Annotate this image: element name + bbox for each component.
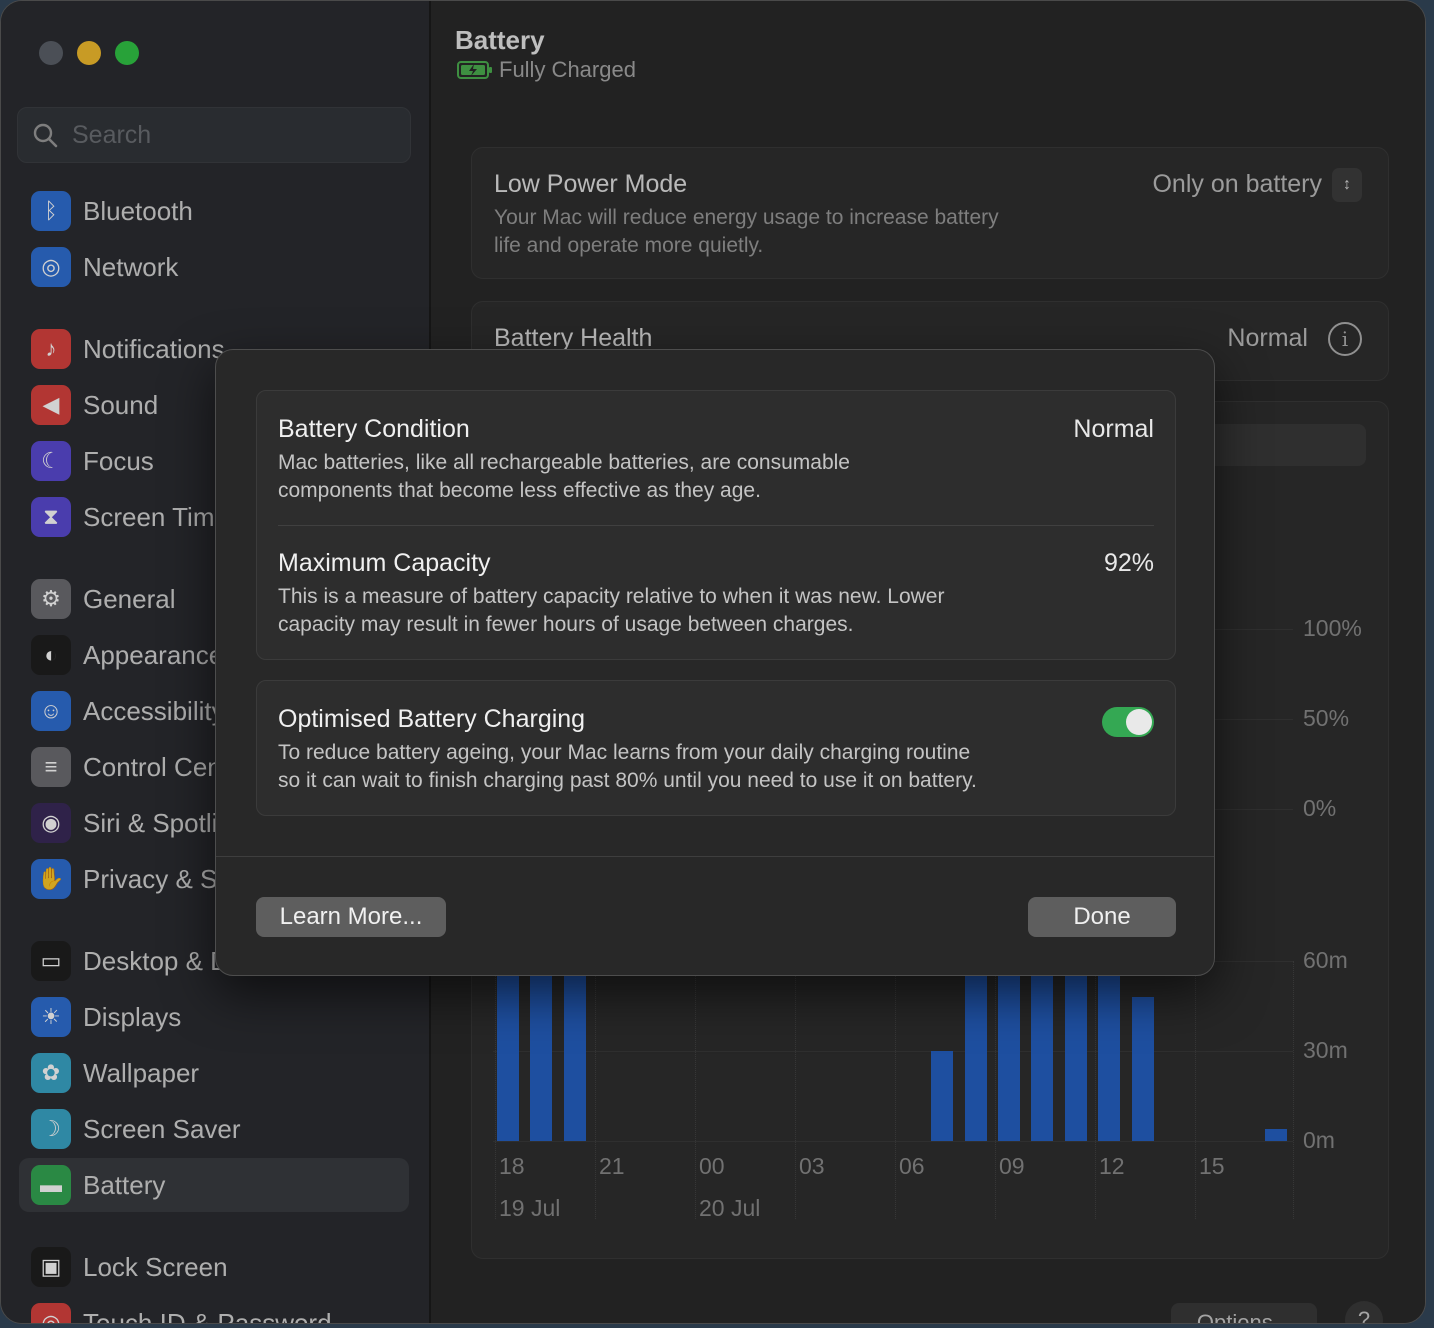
optimised-desc: To reduce battery ageing, your Mac learn…	[278, 741, 977, 792]
divider	[278, 525, 1154, 526]
capacity-desc: This is a measure of battery capacity re…	[278, 585, 945, 636]
condition-desc: Mac batteries, like all rechargeable bat…	[278, 451, 850, 502]
system-settings-window: ᛒBluetooth◎Network♪Notifications◀Sound☾F…	[0, 0, 1426, 1324]
optimised-title: Optimised Battery Charging	[278, 705, 586, 733]
done-button[interactable]: Done	[1028, 897, 1176, 937]
condition-title: Battery Condition	[278, 415, 470, 443]
optimised-toggle[interactable]	[1102, 707, 1154, 737]
battery-health-sheet: Battery Condition Normal Mac batteries, …	[215, 349, 1215, 976]
capacity-title: Maximum Capacity	[278, 549, 491, 577]
condition-value: Normal	[1073, 415, 1154, 443]
sheet-separator	[216, 856, 1214, 857]
toggle-knob	[1126, 709, 1152, 735]
capacity-value: 92%	[1103, 549, 1154, 577]
optimised-charging-card: Optimised Battery Charging To reduce bat…	[256, 680, 1176, 816]
condition-capacity-card: Battery Condition Normal Mac batteries, …	[256, 390, 1176, 660]
learn-more-button[interactable]: Learn More...	[256, 897, 446, 937]
